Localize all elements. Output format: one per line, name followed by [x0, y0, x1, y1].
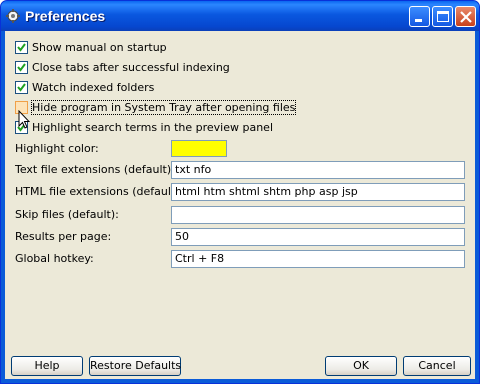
gear-app-icon — [6, 9, 20, 23]
check-icon — [17, 42, 26, 52]
html-extensions-label: HTML file extensions (default): — [15, 185, 184, 198]
check-icon — [17, 82, 26, 92]
restore-defaults-button[interactable]: Restore Defaults — [89, 356, 181, 376]
skip-files-input[interactable] — [171, 206, 465, 224]
cancel-button[interactable]: Cancel — [403, 356, 471, 376]
global-hotkey-input[interactable]: Ctrl + F8 — [171, 250, 465, 268]
ok-button[interactable]: OK — [325, 356, 397, 376]
highlight-color-swatch[interactable] — [171, 140, 227, 157]
checkbox-highlight-terms[interactable]: Highlight search terms in the preview pa… — [15, 119, 273, 135]
checkbox-close-tabs[interactable]: Close tabs after successful indexing — [15, 59, 230, 75]
checkbox-label: Highlight search terms in the preview pa… — [32, 120, 273, 134]
checkbox-box[interactable] — [15, 80, 28, 94]
mouse-pointer-icon — [18, 110, 30, 129]
checkbox-hide-in-tray[interactable]: Hide program in System Tray after openin… — [15, 99, 297, 115]
html-extensions-input[interactable]: html htm shtml shtm php asp jsp — [171, 183, 465, 201]
checkbox-box[interactable] — [15, 60, 28, 74]
checkbox-label: Hide program in System Tray after openin… — [30, 99, 297, 115]
close-icon — [460, 11, 472, 23]
checkbox-label: Watch indexed folders — [32, 80, 155, 94]
close-button[interactable] — [455, 6, 476, 27]
checkbox-label: Show manual on startup — [32, 40, 167, 54]
results-per-page-label: Results per page: — [15, 230, 112, 243]
preferences-panel: Show manual on startup Close tabs after … — [5, 31, 475, 379]
text-extensions-input[interactable]: txt nfo — [171, 161, 465, 179]
checkbox-box[interactable] — [15, 40, 28, 54]
maximize-button[interactable] — [432, 6, 453, 27]
results-per-page-input[interactable]: 50 — [171, 228, 465, 246]
window-title: Preferences — [25, 8, 106, 24]
maximize-icon — [437, 11, 449, 22]
minimize-icon — [415, 19, 422, 22]
minimize-button[interactable] — [409, 6, 430, 27]
title-bar[interactable]: Preferences — [1, 1, 479, 31]
global-hotkey-label: Global hotkey: — [15, 252, 94, 265]
preferences-window: Preferences Show manual on startup Close… — [0, 0, 480, 384]
checkbox-watch-folders[interactable]: Watch indexed folders — [15, 79, 154, 95]
checkbox-label: Close tabs after successful indexing — [32, 60, 230, 74]
help-button[interactable]: Help — [11, 356, 83, 376]
skip-files-label: Skip files (default): — [15, 208, 119, 221]
highlight-color-label: Highlight color: — [15, 142, 99, 155]
check-icon — [17, 62, 26, 72]
checkbox-show-manual[interactable]: Show manual on startup — [15, 39, 167, 55]
text-extensions-label: Text file extensions (default): — [15, 163, 175, 176]
